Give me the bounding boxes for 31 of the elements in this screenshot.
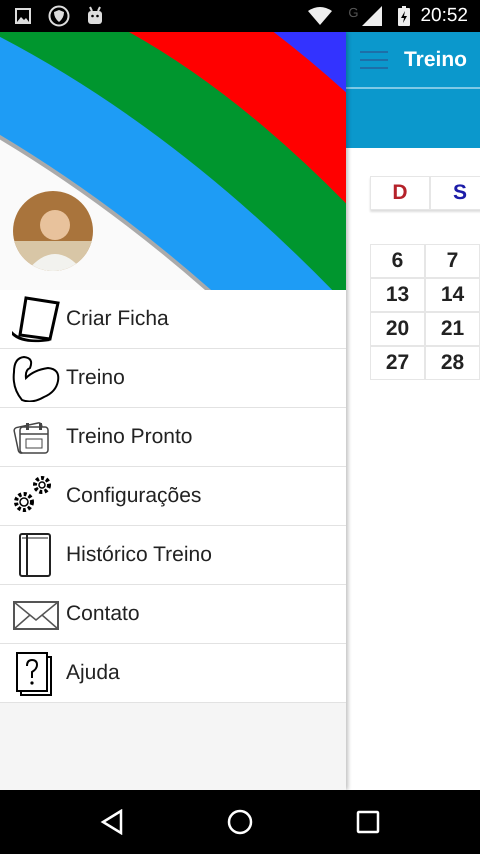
- android-icon: [86, 6, 104, 26]
- day-cell[interactable]: 28: [425, 346, 480, 380]
- arm-icon: [10, 354, 62, 402]
- network-type-label: G: [348, 4, 358, 22]
- weekday-header: S: [430, 176, 480, 210]
- recents-icon[interactable]: [356, 810, 380, 834]
- weekday-header: D: [370, 176, 430, 210]
- wifi-icon: [308, 7, 332, 25]
- home-icon[interactable]: [226, 809, 253, 835]
- menu-item[interactable]: Contato: [0, 585, 346, 644]
- menu-item[interactable]: Configurações: [0, 467, 346, 526]
- menu-item[interactable]: Criar Ficha: [0, 290, 346, 349]
- day-cell[interactable]: 13: [370, 278, 425, 312]
- day-cell[interactable]: 14: [425, 278, 480, 312]
- day-cell[interactable]: 20: [370, 312, 425, 346]
- clock-time: 20:52: [420, 4, 468, 28]
- back-icon[interactable]: [100, 809, 124, 835]
- shield-icon: [48, 5, 70, 27]
- menu-item[interactable]: Treino Pronto: [0, 408, 346, 467]
- menu-item[interactable]: Ajuda: [0, 644, 346, 703]
- menu-item[interactable]: Histórico Treino: [0, 526, 346, 585]
- signal-icon: [362, 6, 382, 26]
- image-icon: [14, 7, 32, 25]
- day-cell[interactable]: 27: [370, 346, 425, 380]
- day-cell[interactable]: 7: [425, 244, 480, 278]
- app-title: Treino: [404, 46, 468, 73]
- day-cell[interactable]: 21: [425, 312, 480, 346]
- battery-icon: [398, 6, 410, 26]
- day-cell[interactable]: 6: [370, 244, 425, 278]
- sheet-icon: [10, 295, 62, 343]
- menu-item[interactable]: Treino: [0, 349, 346, 408]
